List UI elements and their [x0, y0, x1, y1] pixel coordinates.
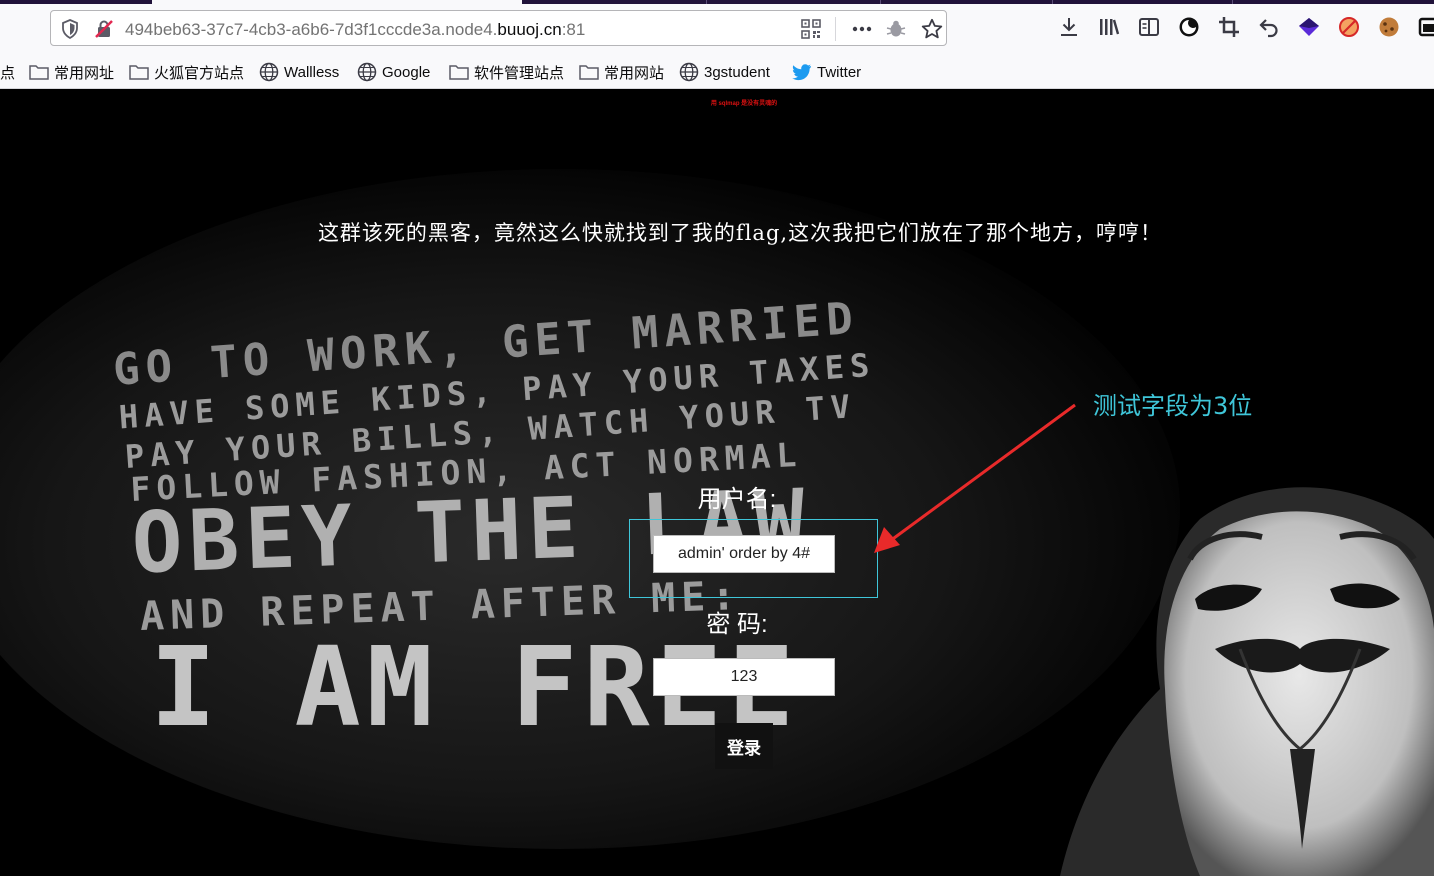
bookmark-item[interactable]: Twitter: [792, 61, 861, 83]
url-bar[interactable]: 494beb63-37c7-4cb3-a6b6-7d3f1cccde3a.nod…: [50, 10, 947, 46]
bookmark-item[interactable]: 点: [0, 61, 15, 83]
insecure-connection-icon[interactable]: [94, 19, 114, 39]
more-actions-icon[interactable]: [851, 20, 873, 38]
qr-code-icon[interactable]: [801, 19, 821, 39]
annotation-text: 测试字段为3位: [1093, 392, 1253, 420]
downloads-icon[interactable]: [1058, 16, 1080, 38]
bookmark-item[interactable]: 3gstudent: [679, 61, 770, 83]
web-page: GO TO WORK, GET MARRIED HAVE SOME KIDS, …: [0, 89, 1434, 876]
top-note: 用 sqlmap 是没有灵魂的: [710, 101, 778, 107]
shield-icon[interactable]: [61, 19, 79, 39]
password-label: 密 码:: [706, 611, 768, 638]
dark-reader-icon[interactable]: [1178, 16, 1200, 38]
extension-purple-icon[interactable]: [1298, 16, 1320, 38]
annotation-highlight-box: [629, 519, 878, 598]
undo-icon[interactable]: [1258, 16, 1280, 38]
cookie-icon[interactable]: [1378, 16, 1400, 38]
folder-icon: [579, 65, 599, 80]
bookmark-item[interactable]: Google: [357, 61, 430, 83]
url-text[interactable]: 494beb63-37c7-4cb3-a6b6-7d3f1cccde3a.nod…: [125, 20, 585, 40]
bookmark-folder[interactable]: 常用网址: [29, 61, 114, 83]
bookmarks-toolbar: 点 常用网址 火狐官方站点 Wallless Google 软件管理站点 常用网…: [0, 55, 1434, 89]
library-icon[interactable]: [1098, 16, 1120, 38]
extension-blocked-icon[interactable]: [1338, 16, 1360, 38]
login-button[interactable]: 登录: [715, 723, 773, 769]
bookmark-folder[interactable]: 软件管理站点: [449, 61, 564, 83]
bookmark-star-icon[interactable]: [921, 18, 943, 40]
folder-icon: [29, 65, 49, 80]
password-input[interactable]: [653, 658, 835, 696]
url-bar-divider: [835, 17, 836, 41]
folder-icon: [449, 65, 469, 80]
extensions-overflow-icon[interactable]: [1418, 16, 1434, 38]
page-headline: 这群该死的黑客，竟然这么快就找到了我的flag,这次我把它们放在了那个地方，哼哼…: [317, 221, 1163, 245]
globe-icon: [679, 62, 699, 82]
crop-screenshot-icon[interactable]: [1218, 16, 1240, 38]
bookmark-folder[interactable]: 火狐官方站点: [129, 61, 244, 83]
username-label: 用户名:: [697, 486, 777, 513]
tab-strip: [0, 0, 1434, 4]
browser-toolbar: 494beb63-37c7-4cb3-a6b6-7d3f1cccde3a.nod…: [0, 0, 1434, 55]
extension-bug-icon[interactable]: [886, 19, 906, 39]
folder-icon: [129, 65, 149, 80]
bookmark-item[interactable]: Wallless: [259, 61, 339, 83]
twitter-icon: [792, 64, 811, 81]
sidebar-icon[interactable]: [1138, 16, 1160, 38]
globe-icon: [357, 62, 377, 82]
bookmark-folder[interactable]: 常用网站: [579, 61, 664, 83]
globe-icon: [259, 62, 279, 82]
